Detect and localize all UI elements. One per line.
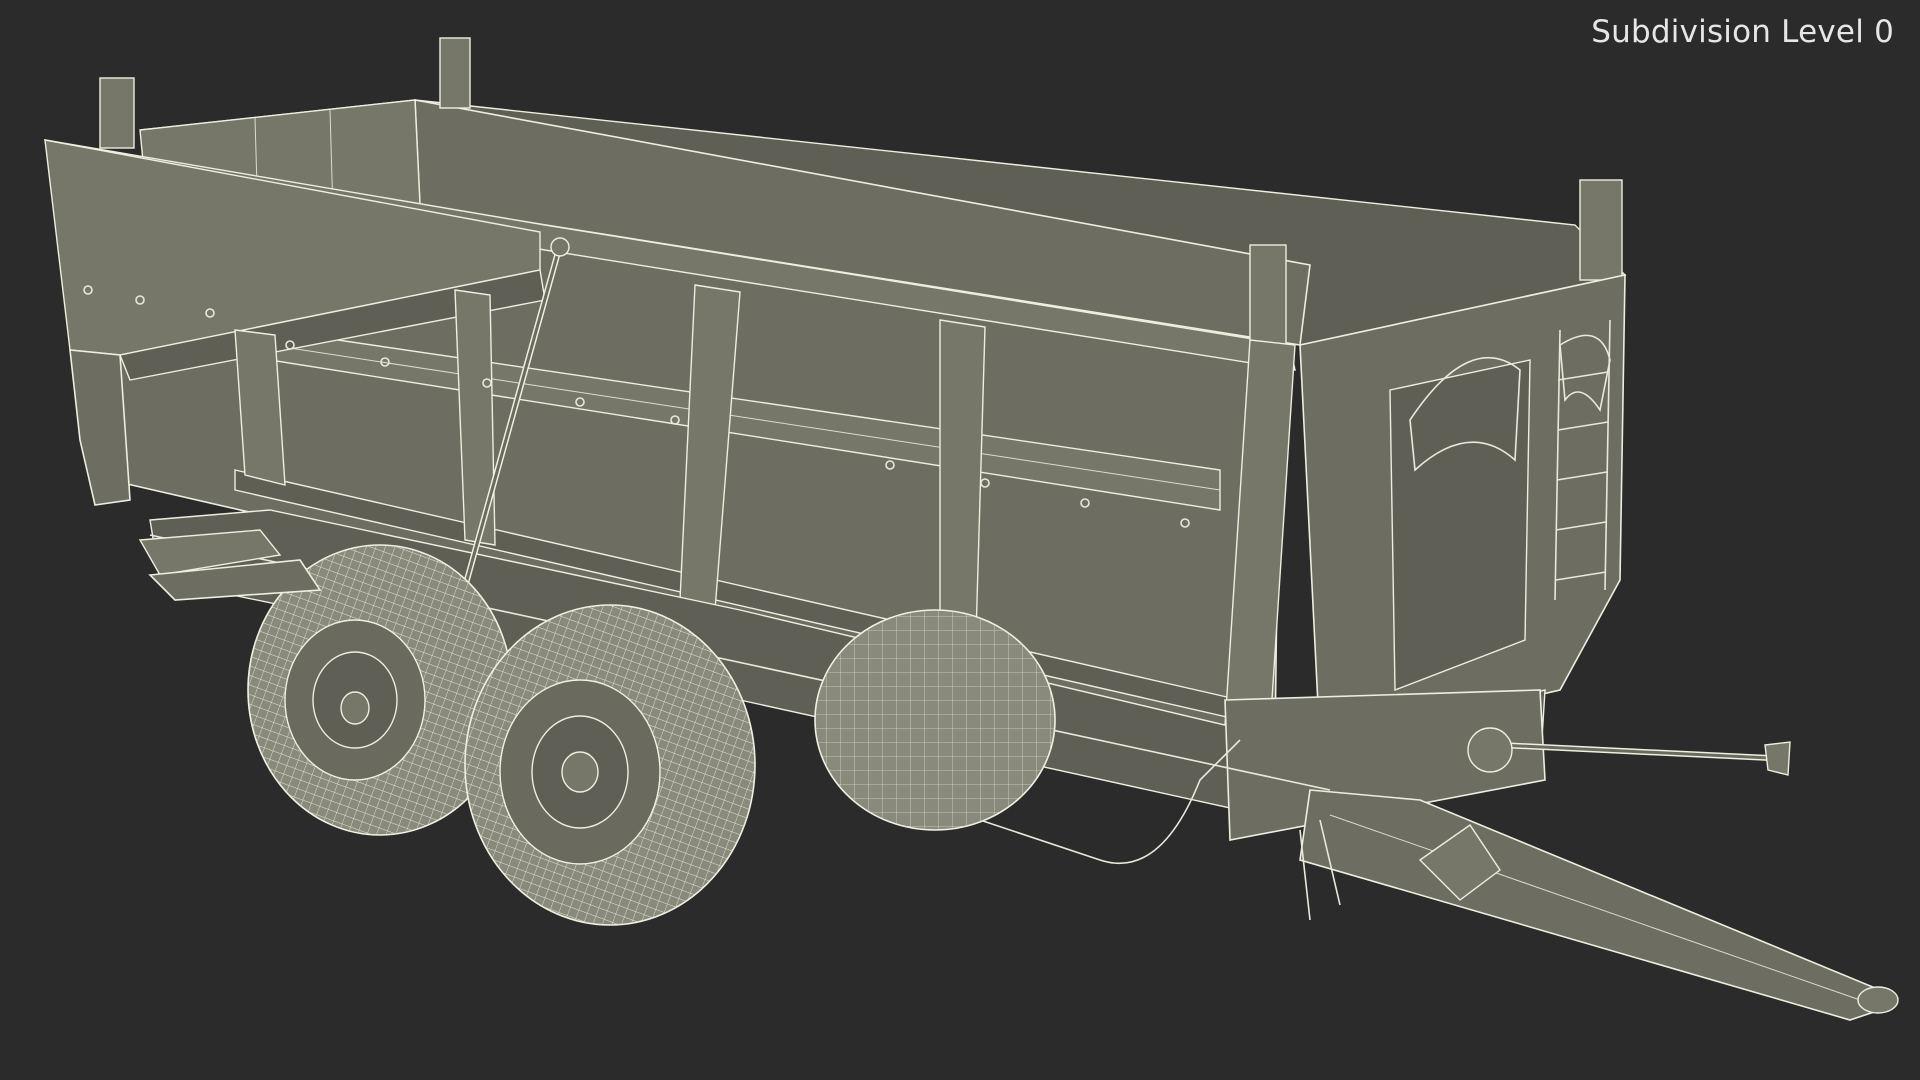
3d-viewport[interactable]: Subdivision Level 0 [0,0,1920,1080]
wheel-rear [464,604,756,926]
subdivision-level-label: Subdivision Level 0 [1591,14,1894,50]
rear-wheel-far [814,609,1056,831]
trailer-model [44,37,1899,1021]
rear-tailgate [1299,274,1626,746]
